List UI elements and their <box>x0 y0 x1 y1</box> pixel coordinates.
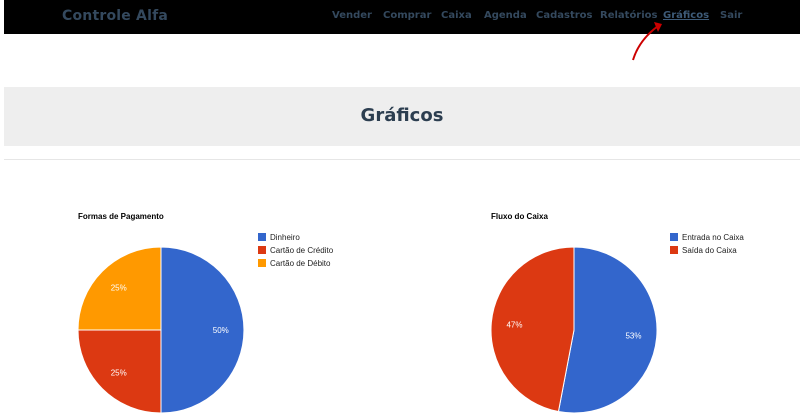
legend-item-cartao-credito[interactable]: Cartão de Crédito <box>258 246 333 256</box>
nav-item-comprar[interactable]: Comprar <box>383 10 431 21</box>
divider <box>4 159 800 160</box>
legend-item-saida-caixa[interactable]: Saída do Caixa <box>670 246 737 256</box>
nav-item-agenda[interactable]: Agenda <box>484 10 527 21</box>
legend-swatch <box>258 233 266 241</box>
pie-slice-dinheiro[interactable] <box>160 246 245 414</box>
pie-slice-sa-da-do-caixa[interactable] <box>490 246 575 413</box>
nav-item-vender[interactable]: Vender <box>332 10 372 21</box>
legend-item-entrada-caixa[interactable]: Entrada no Caixa <box>670 233 744 243</box>
legend-label: Cartão de Crédito <box>270 246 334 255</box>
pie-slice-label: 47% <box>506 320 522 329</box>
pie-slice-label: 25% <box>111 284 127 293</box>
navbar: Controle Alfa Vender Comprar Caixa Agend… <box>4 0 800 34</box>
page-title: Gráficos <box>360 105 444 126</box>
legend-label: Saída do Caixa <box>682 246 737 255</box>
legend-label: Dinheiro <box>270 233 300 242</box>
nav-item-caixa[interactable]: Caixa <box>441 10 472 21</box>
legend-label: Entrada no Caixa <box>682 233 744 242</box>
pie-chart-formas-pagamento: 50% 25% 25% <box>77 246 245 414</box>
pie-slice-label: 53% <box>625 332 641 341</box>
nav-item-sair[interactable]: Sair <box>720 10 742 21</box>
annotation-arrow-icon <box>632 22 662 61</box>
nav-item-graficos[interactable]: Gráficos <box>663 10 709 21</box>
pie-chart-fluxo-caixa: 53% 47% <box>490 246 658 414</box>
legend-swatch <box>670 233 678 241</box>
brand-logo-text[interactable]: Controle Alfa <box>62 8 168 24</box>
legend-item-cartao-debito[interactable]: Cartão de Débito <box>258 259 330 269</box>
pie-slice-label: 25% <box>111 368 127 377</box>
chart-title-formas-pagamento: Formas de Pagamento <box>78 212 164 221</box>
nav-item-cadastros[interactable]: Cadastros <box>536 10 592 21</box>
legend-swatch <box>258 259 266 267</box>
chart-title-fluxo-caixa: Fluxo do Caixa <box>491 212 548 221</box>
pie-slice-label: 50% <box>213 326 229 335</box>
page-header: Gráficos <box>4 87 800 146</box>
legend-swatch <box>258 246 266 254</box>
legend-label: Cartão de Débito <box>270 259 331 268</box>
legend-swatch <box>670 246 678 254</box>
legend-item-dinheiro[interactable]: Dinheiro <box>258 233 300 243</box>
